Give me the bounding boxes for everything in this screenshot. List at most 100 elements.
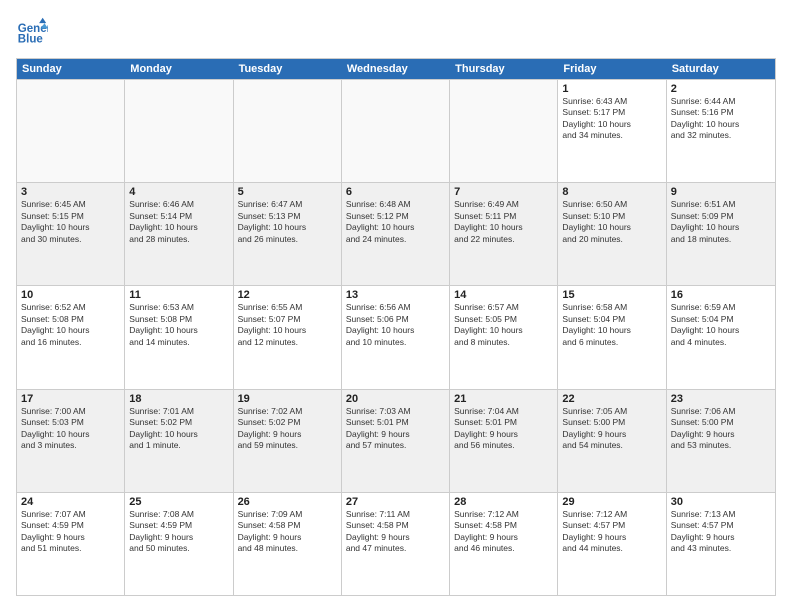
cell-info: Sunrise: 7:05 AM Sunset: 5:00 PM Dayligh… <box>562 406 661 452</box>
day-number: 4 <box>129 186 228 198</box>
day-number: 14 <box>454 289 553 301</box>
cell-info: Sunrise: 6:47 AM Sunset: 5:13 PM Dayligh… <box>238 199 337 245</box>
cell-info: Sunrise: 7:03 AM Sunset: 5:01 PM Dayligh… <box>346 406 445 452</box>
day-number: 13 <box>346 289 445 301</box>
cell-info: Sunrise: 7:06 AM Sunset: 5:00 PM Dayligh… <box>671 406 771 452</box>
day-number: 26 <box>238 496 337 508</box>
day-number: 24 <box>21 496 120 508</box>
day-number: 21 <box>454 393 553 405</box>
calendar-cell: 2Sunrise: 6:44 AM Sunset: 5:16 PM Daylig… <box>667 80 775 182</box>
day-number: 15 <box>562 289 661 301</box>
calendar-cell: 3Sunrise: 6:45 AM Sunset: 5:15 PM Daylig… <box>17 183 125 285</box>
calendar-row: 10Sunrise: 6:52 AM Sunset: 5:08 PM Dayli… <box>17 285 775 388</box>
day-number: 10 <box>21 289 120 301</box>
day-number: 7 <box>454 186 553 198</box>
cell-info: Sunrise: 6:48 AM Sunset: 5:12 PM Dayligh… <box>346 199 445 245</box>
day-number: 3 <box>21 186 120 198</box>
calendar-header-cell: Saturday <box>667 59 775 79</box>
cell-info: Sunrise: 6:51 AM Sunset: 5:09 PM Dayligh… <box>671 199 771 245</box>
day-number: 29 <box>562 496 661 508</box>
calendar-cell: 19Sunrise: 7:02 AM Sunset: 5:02 PM Dayli… <box>234 390 342 492</box>
day-number: 25 <box>129 496 228 508</box>
calendar-cell: 22Sunrise: 7:05 AM Sunset: 5:00 PM Dayli… <box>558 390 666 492</box>
page: General Blue SundayMondayTuesdayWednesda… <box>0 0 792 612</box>
cell-info: Sunrise: 6:59 AM Sunset: 5:04 PM Dayligh… <box>671 302 771 348</box>
cell-info: Sunrise: 6:57 AM Sunset: 5:05 PM Dayligh… <box>454 302 553 348</box>
day-number: 5 <box>238 186 337 198</box>
calendar-cell: 30Sunrise: 7:13 AM Sunset: 4:57 PM Dayli… <box>667 493 775 595</box>
cell-info: Sunrise: 7:08 AM Sunset: 4:59 PM Dayligh… <box>129 509 228 555</box>
calendar-header-cell: Tuesday <box>234 59 342 79</box>
cell-info: Sunrise: 7:07 AM Sunset: 4:59 PM Dayligh… <box>21 509 120 555</box>
logo: General Blue <box>16 16 52 48</box>
cell-info: Sunrise: 7:04 AM Sunset: 5:01 PM Dayligh… <box>454 406 553 452</box>
cell-info: Sunrise: 6:45 AM Sunset: 5:15 PM Dayligh… <box>21 199 120 245</box>
cell-info: Sunrise: 6:56 AM Sunset: 5:06 PM Dayligh… <box>346 302 445 348</box>
day-number: 1 <box>562 83 661 95</box>
calendar-cell: 21Sunrise: 7:04 AM Sunset: 5:01 PM Dayli… <box>450 390 558 492</box>
calendar-cell: 25Sunrise: 7:08 AM Sunset: 4:59 PM Dayli… <box>125 493 233 595</box>
calendar: SundayMondayTuesdayWednesdayThursdayFrid… <box>16 58 776 596</box>
day-number: 16 <box>671 289 771 301</box>
logo-icon: General Blue <box>16 16 48 48</box>
calendar-cell: 23Sunrise: 7:06 AM Sunset: 5:00 PM Dayli… <box>667 390 775 492</box>
cell-info: Sunrise: 6:44 AM Sunset: 5:16 PM Dayligh… <box>671 96 771 142</box>
cell-info: Sunrise: 7:02 AM Sunset: 5:02 PM Dayligh… <box>238 406 337 452</box>
calendar-header-cell: Friday <box>558 59 666 79</box>
svg-text:Blue: Blue <box>18 34 44 46</box>
day-number: 27 <box>346 496 445 508</box>
cell-info: Sunrise: 7:11 AM Sunset: 4:58 PM Dayligh… <box>346 509 445 555</box>
day-number: 11 <box>129 289 228 301</box>
calendar-cell-empty <box>450 80 558 182</box>
calendar-cell-empty <box>17 80 125 182</box>
day-number: 28 <box>454 496 553 508</box>
calendar-row: 1Sunrise: 6:43 AM Sunset: 5:17 PM Daylig… <box>17 79 775 182</box>
calendar-cell: 27Sunrise: 7:11 AM Sunset: 4:58 PM Dayli… <box>342 493 450 595</box>
cell-info: Sunrise: 6:55 AM Sunset: 5:07 PM Dayligh… <box>238 302 337 348</box>
calendar-header-row: SundayMondayTuesdayWednesdayThursdayFrid… <box>17 59 775 79</box>
cell-info: Sunrise: 6:58 AM Sunset: 5:04 PM Dayligh… <box>562 302 661 348</box>
day-number: 19 <box>238 393 337 405</box>
cell-info: Sunrise: 7:13 AM Sunset: 4:57 PM Dayligh… <box>671 509 771 555</box>
day-number: 9 <box>671 186 771 198</box>
day-number: 6 <box>346 186 445 198</box>
day-number: 23 <box>671 393 771 405</box>
calendar-header-cell: Wednesday <box>342 59 450 79</box>
calendar-cell: 13Sunrise: 6:56 AM Sunset: 5:06 PM Dayli… <box>342 286 450 388</box>
calendar-cell: 7Sunrise: 6:49 AM Sunset: 5:11 PM Daylig… <box>450 183 558 285</box>
calendar-header-cell: Sunday <box>17 59 125 79</box>
calendar-cell: 24Sunrise: 7:07 AM Sunset: 4:59 PM Dayli… <box>17 493 125 595</box>
day-number: 18 <box>129 393 228 405</box>
calendar-row: 17Sunrise: 7:00 AM Sunset: 5:03 PM Dayli… <box>17 389 775 492</box>
calendar-cell: 17Sunrise: 7:00 AM Sunset: 5:03 PM Dayli… <box>17 390 125 492</box>
calendar-cell: 18Sunrise: 7:01 AM Sunset: 5:02 PM Dayli… <box>125 390 233 492</box>
calendar-cell: 29Sunrise: 7:12 AM Sunset: 4:57 PM Dayli… <box>558 493 666 595</box>
calendar-cell: 15Sunrise: 6:58 AM Sunset: 5:04 PM Dayli… <box>558 286 666 388</box>
calendar-cell: 10Sunrise: 6:52 AM Sunset: 5:08 PM Dayli… <box>17 286 125 388</box>
calendar-cell: 12Sunrise: 6:55 AM Sunset: 5:07 PM Dayli… <box>234 286 342 388</box>
calendar-header-cell: Thursday <box>450 59 558 79</box>
calendar-cell-empty <box>342 80 450 182</box>
cell-info: Sunrise: 7:12 AM Sunset: 4:58 PM Dayligh… <box>454 509 553 555</box>
calendar-cell-empty <box>234 80 342 182</box>
calendar-cell: 28Sunrise: 7:12 AM Sunset: 4:58 PM Dayli… <box>450 493 558 595</box>
calendar-cell: 11Sunrise: 6:53 AM Sunset: 5:08 PM Dayli… <box>125 286 233 388</box>
calendar-cell: 5Sunrise: 6:47 AM Sunset: 5:13 PM Daylig… <box>234 183 342 285</box>
calendar-header-cell: Monday <box>125 59 233 79</box>
calendar-body: 1Sunrise: 6:43 AM Sunset: 5:17 PM Daylig… <box>17 79 775 595</box>
calendar-cell-empty <box>125 80 233 182</box>
cell-info: Sunrise: 7:09 AM Sunset: 4:58 PM Dayligh… <box>238 509 337 555</box>
calendar-row: 3Sunrise: 6:45 AM Sunset: 5:15 PM Daylig… <box>17 182 775 285</box>
day-number: 8 <box>562 186 661 198</box>
calendar-cell: 8Sunrise: 6:50 AM Sunset: 5:10 PM Daylig… <box>558 183 666 285</box>
cell-info: Sunrise: 6:52 AM Sunset: 5:08 PM Dayligh… <box>21 302 120 348</box>
cell-info: Sunrise: 7:12 AM Sunset: 4:57 PM Dayligh… <box>562 509 661 555</box>
cell-info: Sunrise: 6:53 AM Sunset: 5:08 PM Dayligh… <box>129 302 228 348</box>
cell-info: Sunrise: 6:50 AM Sunset: 5:10 PM Dayligh… <box>562 199 661 245</box>
day-number: 17 <box>21 393 120 405</box>
calendar-cell: 16Sunrise: 6:59 AM Sunset: 5:04 PM Dayli… <box>667 286 775 388</box>
cell-info: Sunrise: 7:01 AM Sunset: 5:02 PM Dayligh… <box>129 406 228 452</box>
cell-info: Sunrise: 6:46 AM Sunset: 5:14 PM Dayligh… <box>129 199 228 245</box>
calendar-cell: 4Sunrise: 6:46 AM Sunset: 5:14 PM Daylig… <box>125 183 233 285</box>
calendar-cell: 20Sunrise: 7:03 AM Sunset: 5:01 PM Dayli… <box>342 390 450 492</box>
